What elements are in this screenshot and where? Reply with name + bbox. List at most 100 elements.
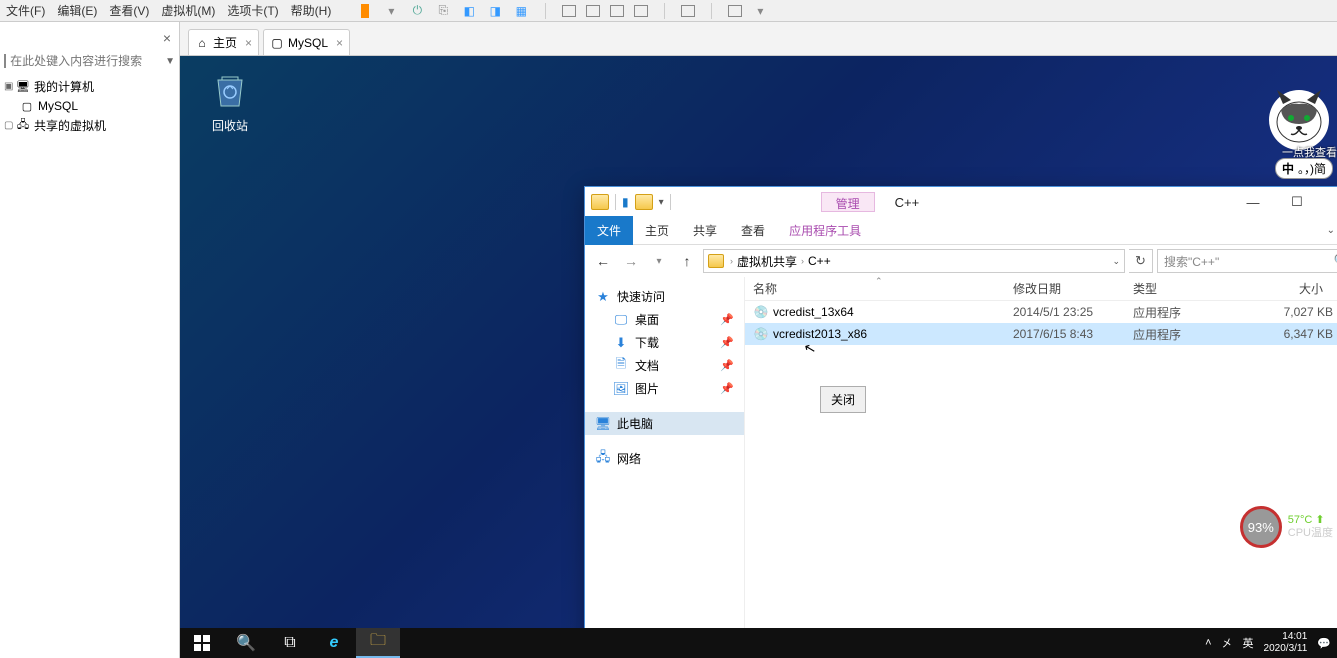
close-icon[interactable]: × — [336, 36, 343, 50]
cpu-widget: 93% 57°C ⬆ CPU温度 — [1240, 506, 1333, 548]
menu-file[interactable]: 文件(F) — [0, 2, 51, 19]
forward-button[interactable]: → — [619, 249, 643, 273]
tab-mysql[interactable]: ▢ MySQL × — [263, 29, 350, 55]
library-panel: × ▼ ▣ 🖥 我的计算机 ▢ MySQL ▢ 🖧 共享的虚拟机 — [0, 22, 180, 658]
chevron-right-icon[interactable]: › — [799, 256, 806, 266]
recent-dropdown[interactable]: ▾ — [647, 249, 671, 273]
file-type: 应用程序 — [1133, 304, 1253, 321]
tree-mysql[interactable]: ▢ MySQL — [4, 97, 175, 115]
breadcrumb-segment[interactable]: C++ — [806, 254, 833, 268]
back-button[interactable]: ← — [591, 249, 615, 273]
toolbar-icon[interactable]: ⎘ — [435, 3, 451, 19]
up-button[interactable]: ↑ — [675, 249, 699, 273]
menu-tabs[interactable]: 选项卡(T) — [221, 2, 284, 19]
file-row[interactable]: 💿 vcredist2013_x86 2017/6/15 8:43 应用程序 6… — [745, 323, 1337, 345]
close-icon[interactable]: × — [245, 36, 252, 50]
layout-icon[interactable] — [586, 5, 600, 17]
file-row[interactable]: 💿 vcredist_13x64 2014/5/1 23:25 应用程序 7,0… — [745, 301, 1337, 323]
ribbon-share[interactable]: 共享 — [681, 216, 729, 245]
nav-downloads[interactable]: ⬇ 下载 📌 — [585, 331, 744, 354]
ribbon-home[interactable]: 主页 — [633, 216, 681, 245]
menu-vm[interactable]: 虚拟机(M) — [155, 2, 221, 19]
chevron-down-icon[interactable]: ▾ — [659, 197, 664, 208]
windows-taskbar: 🔍 ⧉ e 🗀 ˄ 㐅 英 14:01 2020/3/11 💬 — [180, 628, 1337, 658]
pause-icon[interactable] — [357, 3, 373, 19]
explorer-search[interactable]: 搜索"C++" 🔍 — [1157, 249, 1337, 273]
qat-icon[interactable]: ▮ — [622, 195, 629, 209]
nav-desktop[interactable]: 🖵 桌面 📌 — [585, 308, 744, 331]
close-button[interactable]: 关闭 — [820, 386, 866, 413]
nav-label: 桌面 — [635, 311, 659, 328]
explorer-taskbar-button[interactable]: 🗀 — [356, 628, 400, 658]
ribbon-file[interactable]: 文件 — [585, 216, 633, 245]
nav-documents[interactable]: 🗎 文档 📌 — [585, 354, 744, 377]
explorer-titlebar[interactable]: ▮ ▾ 管理 C++ — ☐ ✕ — [585, 187, 1337, 217]
layout-icon[interactable] — [634, 5, 648, 17]
column-type[interactable]: 类型 — [1133, 280, 1253, 297]
nav-this-pc[interactable]: 🖥 此电脑 — [585, 412, 744, 435]
close-button[interactable]: ✕ — [1319, 187, 1337, 217]
ie-button[interactable]: e — [312, 628, 356, 658]
file-name: vcredist2013_x86 — [773, 327, 1013, 341]
task-view-icon: ⧉ — [284, 634, 295, 652]
layout-icon[interactable] — [610, 5, 624, 17]
start-button[interactable] — [180, 628, 224, 658]
ribbon-app-tools[interactable]: 应用程序工具 — [777, 216, 873, 245]
task-view-button[interactable]: ⧉ — [268, 628, 312, 658]
collapse-icon[interactable]: ▢ — [4, 120, 16, 131]
refresh-button[interactable]: ↻ — [1129, 249, 1153, 273]
tree-shared-vms[interactable]: ▢ 🖧 共享的虚拟机 — [4, 115, 175, 136]
layout-icon[interactable] — [562, 5, 576, 17]
maximize-button[interactable]: ☐ — [1275, 187, 1319, 217]
dropdown-icon[interactable]: ▼ — [165, 56, 175, 67]
tray-chevron-icon[interactable]: ˄ — [1205, 637, 1211, 649]
nav-network[interactable]: 🖧 网络 — [585, 447, 744, 470]
unity-icon[interactable] — [728, 5, 742, 17]
toolbar-icon[interactable]: ▾ — [752, 3, 768, 19]
file-size: 7,027 KB — [1253, 305, 1333, 319]
library-search-input[interactable] — [10, 54, 165, 68]
nav-quick-access[interactable]: ★ 快速访问 — [585, 285, 744, 308]
navigation-pane: ★ 快速访问 🖵 桌面 📌 ⬇ 下载 📌 🗎 文档 📌 — [585, 277, 745, 658]
ime-indicator[interactable]: 㐅 — [1222, 635, 1233, 651]
file-type: 应用程序 — [1133, 326, 1253, 343]
tree-my-computer[interactable]: ▣ 🖥 我的计算机 — [4, 76, 175, 97]
collapse-icon[interactable]: ▣ — [4, 81, 16, 92]
search-button[interactable]: 🔍 — [224, 628, 268, 658]
minimize-button[interactable]: — — [1231, 187, 1275, 217]
column-size[interactable]: 大小 — [1253, 280, 1333, 297]
breadcrumb-segment[interactable]: 虚拟机共享 — [735, 253, 799, 270]
library-tree: ▣ 🖥 我的计算机 ▢ MySQL ▢ 🖧 共享的虚拟机 — [0, 70, 179, 142]
system-tray: ˄ 㐅 英 14:01 2020/3/11 💬 — [1205, 631, 1337, 655]
snapshot-icon[interactable]: ◧ — [461, 3, 477, 19]
column-date[interactable]: 修改日期 — [1013, 280, 1133, 297]
address-row: ← → ▾ ↑ › 虚拟机共享 › C++ ⌄ ↻ 搜索"C++" 🔍 — [585, 245, 1337, 277]
toolbar-icon[interactable]: ⏻ — [409, 3, 425, 19]
notification-icon[interactable]: 💬 — [1317, 637, 1331, 650]
menu-edit[interactable]: 编辑(E) — [51, 2, 103, 19]
ribbon-view[interactable]: 查看 — [729, 216, 777, 245]
column-name[interactable]: 名称 — [753, 280, 1013, 297]
menu-view[interactable]: 查看(V) — [103, 2, 155, 19]
toolbar-icon[interactable]: ▾ — [383, 3, 399, 19]
home-icon: ⌂ — [195, 36, 209, 50]
chevron-down-icon[interactable]: ⌄ — [1112, 256, 1120, 267]
snapshot-icon[interactable]: ◨ — [487, 3, 503, 19]
snapshot-mgr-icon[interactable]: ▦ — [513, 3, 529, 19]
ime-badge[interactable]: 中 。，)简 — [1275, 158, 1333, 179]
address-bar[interactable]: › 虚拟机共享 › C++ ⌄ — [703, 249, 1125, 273]
manage-tab[interactable]: 管理 — [821, 192, 875, 212]
ribbon-tabs: 文件 主页 共享 查看 应用程序工具 ⌄ ? — [585, 217, 1337, 245]
recycle-bin[interactable]: 回收站 — [198, 70, 262, 134]
tab-home[interactable]: ⌂ 主页 × — [188, 29, 259, 55]
fullscreen-icon[interactable] — [681, 5, 695, 17]
pin-icon: 📌 — [720, 359, 734, 372]
menu-help[interactable]: 帮助(H) — [285, 2, 338, 19]
ime-lang-indicator[interactable]: 英 — [1243, 635, 1254, 651]
nav-label: 下载 — [635, 334, 659, 351]
chevron-right-icon[interactable]: › — [728, 256, 735, 266]
close-icon[interactable]: × — [163, 30, 171, 46]
nav-pictures[interactable]: 🖼 图片 📌 — [585, 377, 744, 400]
taskbar-clock[interactable]: 14:01 2020/3/11 — [1264, 631, 1308, 655]
chevron-down-icon[interactable]: ⌄ — [1327, 225, 1335, 236]
